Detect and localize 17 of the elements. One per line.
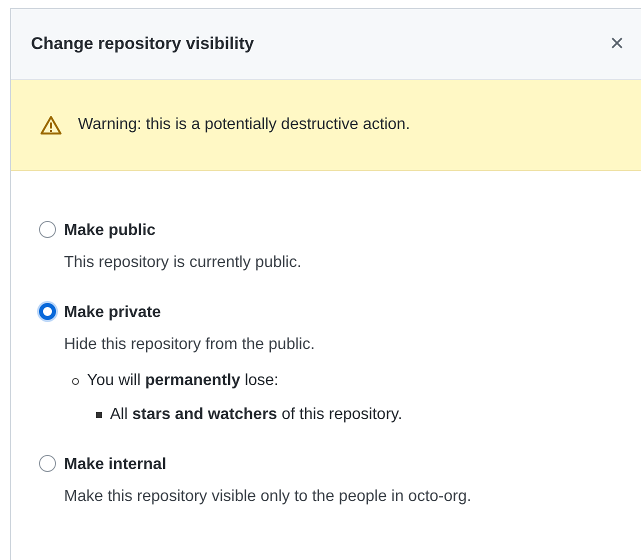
option-label: Make internal <box>64 455 168 475</box>
bullet-icon <box>96 412 102 418</box>
radio-button[interactable] <box>39 303 56 320</box>
list-text: All stars and watchers of this repository. <box>110 405 402 425</box>
option-label: Make public <box>64 221 157 241</box>
bullet-icon <box>72 378 79 384</box>
warning-icon <box>40 115 62 135</box>
option-label: Make private <box>64 303 162 323</box>
dialog-title: Change repository visibility <box>31 33 254 56</box>
option-description: Hide this repository from the public. <box>64 335 316 355</box>
list-text: You will permanently lose: <box>87 371 278 391</box>
option-description: Make this repository visible only to the people in octo-org. <box>64 487 472 507</box>
option-description: This repository is currently public. <box>64 253 302 273</box>
radio-button[interactable] <box>39 221 56 238</box>
close-button[interactable]: × <box>606 32 628 56</box>
radio-button[interactable] <box>39 455 56 472</box>
warning-text: Warning: this is a potentially destructive action. <box>78 115 410 135</box>
